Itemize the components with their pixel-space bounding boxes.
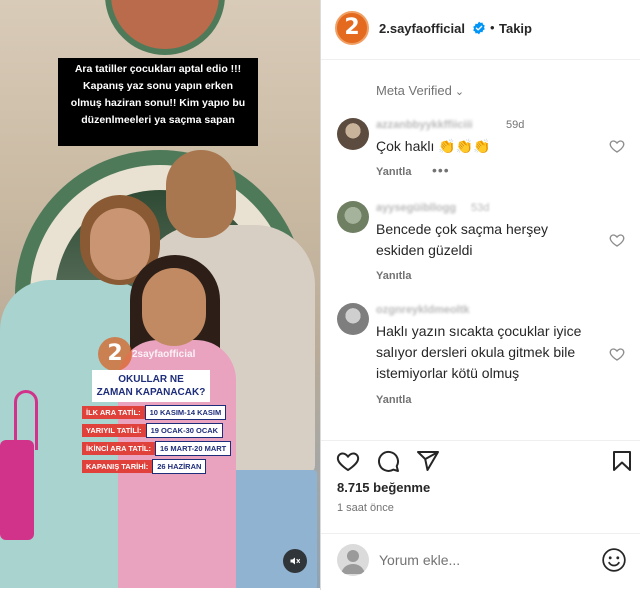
comment-username[interactable]: azzanbbyykkffiiciii [376, 119, 473, 131]
school-row: KAPANIŞ TARİHİ: 26 HAZİRAN [82, 459, 230, 474]
chevron-down-icon: ⌄ [454, 86, 465, 98]
meta-verified-label: Meta Verified [376, 83, 452, 98]
account-username[interactable]: 2.sayfaofficial [379, 21, 465, 36]
caption-line: Ara tatiller çocukları aptal edio !!! [74, 63, 242, 75]
comment-time: 59d [506, 119, 525, 131]
post-media[interactable]: Ara tatiller çocukları aptal edio !!! Ka… [0, 0, 320, 588]
header-separator: • [490, 20, 495, 35]
speaker-muted-icon [290, 557, 301, 565]
comment-input[interactable] [379, 548, 579, 572]
mute-button[interactable] [283, 549, 307, 573]
school-row-label: İKİNCİ ARA TATİL: [82, 442, 155, 455]
overlay-caption: Ara tatiller çocukları aptal edio !!! Ka… [58, 58, 258, 146]
heart-icon[interactable] [336, 449, 360, 473]
school-row-label: YARIYIL TATİLİ: [82, 424, 146, 437]
school-row-value: 19 OCAK-30 OCAK [145, 423, 224, 438]
follow-button[interactable]: Takip [499, 21, 532, 36]
school-title-line: ZAMAN KAPANACAK? [96, 387, 206, 398]
likes-count[interactable]: 8.715 beğenme [337, 480, 430, 495]
comment-time: 53d [471, 202, 490, 214]
man-head [166, 150, 236, 238]
current-user-avatar [337, 544, 369, 576]
add-comment-bar [321, 533, 640, 585]
comment-options-button[interactable]: ••• [432, 162, 450, 178]
girl-head [142, 268, 206, 346]
comment-icon[interactable] [376, 449, 400, 473]
school-row: İKİNCİ ARA TATİL: 16 MART-20 MART [82, 441, 232, 456]
comment-avatar[interactable] [337, 118, 369, 150]
comment-text: Bencede çok saçma herşey eskiden güzeldi [376, 221, 548, 258]
comment-username[interactable]: ozgnreykldmeoltk [376, 304, 470, 316]
comment-avatar[interactable] [337, 303, 369, 335]
account-avatar[interactable]: 2 [335, 11, 369, 45]
emoji-icon[interactable] [601, 547, 627, 573]
comment-like-heart-icon[interactable] [609, 232, 625, 248]
man-legs [222, 470, 317, 588]
school-row-label: KAPANIŞ TARİHİ: [82, 460, 153, 473]
comment-text: Çok haklı 👏👏👏 [376, 138, 491, 154]
school-row-value: 16 MART-20 MART [155, 441, 232, 456]
school-row-label: İLK ARA TATİL: [82, 406, 145, 419]
handbag [0, 440, 34, 540]
user-silhouette-icon [341, 550, 365, 574]
bookmark-icon[interactable] [610, 449, 634, 473]
caption-line: düzenlmeeleri ya saçma sapan [81, 114, 235, 126]
post-actions-bar [321, 440, 640, 480]
school-row: İLK ARA TATİL: 10 KASIM-14 KASIM [82, 405, 230, 420]
comment-text: Haklı yazın sıcakta çocuklar iyice salıy… [376, 323, 582, 381]
school-calendar-card: OKULLAR NE ZAMAN KAPANACAK? İLK ARA TATİ… [82, 370, 232, 474]
verified-badge-icon [473, 21, 485, 35]
school-row: YARIYIL TATİLİ: 19 OCAK-30 OCAK [82, 423, 230, 438]
watermark-text: 2sayfaofficial [132, 349, 196, 360]
comment-like-heart-icon[interactable] [609, 346, 625, 362]
watermark-logo: 2 [98, 337, 132, 371]
caption-line: olmuş haziran sonu!! Kim yapıo bu [70, 97, 246, 109]
school-row-value: 26 HAZİRAN [152, 459, 207, 474]
comment-username[interactable]: ayysegüibllogg [376, 202, 456, 214]
comment-like-heart-icon[interactable] [609, 138, 625, 154]
reply-button[interactable]: Yanıtla [376, 166, 411, 178]
share-icon[interactable] [416, 449, 440, 473]
reply-button[interactable]: Yanıtla [376, 394, 411, 406]
post-time[interactable]: 1 saat önce [337, 502, 394, 514]
caption-line: Kapanış yaz sonu yapın erken [83, 80, 233, 92]
school-row-value: 10 KASIM-14 KASIM [144, 405, 227, 420]
post-header: 2 2.sayfaofficial • Takip [321, 0, 640, 60]
school-title-line: OKULLAR NE [118, 374, 184, 385]
comment-avatar[interactable] [337, 201, 369, 233]
school-card-title: OKULLAR NE ZAMAN KAPANACAK? [92, 370, 210, 402]
post-side-panel: 2 2.sayfaofficial • Takip Meta Verified ⌄… [320, 0, 640, 590]
reply-button[interactable]: Yanıtla [376, 270, 411, 282]
meta-verified-toggle[interactable]: Meta Verified ⌄ [376, 83, 464, 98]
tile-rosette [105, 0, 225, 55]
